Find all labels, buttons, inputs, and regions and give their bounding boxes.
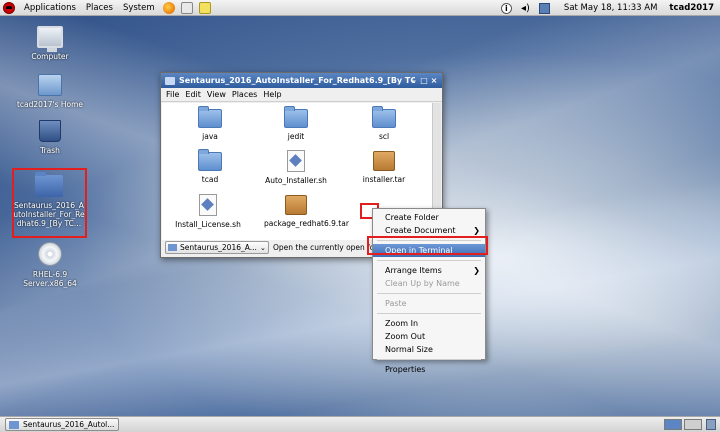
computer-icon — [37, 26, 63, 52]
folder-icon — [168, 244, 177, 251]
workspace-2[interactable] — [684, 419, 702, 430]
desktop-icon-label: RHEL-6.9 Server.x86_64 — [23, 270, 77, 288]
desktop-icon-label: Computer — [31, 52, 69, 61]
file-item-tcad[interactable]: tcad — [170, 149, 250, 184]
file-label: Auto_Installer.sh — [265, 176, 327, 185]
menu-file[interactable]: File — [163, 90, 182, 99]
firefox-icon[interactable] — [162, 1, 175, 14]
submenu-arrow-icon: ❯ — [473, 266, 480, 275]
chevron-down-icon: ⌄ — [260, 243, 266, 252]
minimize-button[interactable]: – — [409, 73, 419, 88]
menu-item-label: Zoom Out — [385, 332, 426, 341]
file-item-java[interactable]: java — [170, 106, 250, 141]
desktop-icon-home[interactable]: tcad2017's Home — [12, 74, 88, 109]
window-titlebar[interactable]: Sentaurus_2016_AutoInstaller_For_Redhat6… — [161, 73, 442, 88]
archive-file-icon — [285, 195, 307, 215]
maximize-button[interactable]: □ — [419, 73, 429, 88]
folder-icon — [9, 420, 19, 429]
workspace-1[interactable] — [664, 419, 682, 430]
location-dropdown[interactable]: Sentaurus_2016_A... ⌄ — [165, 241, 269, 254]
file-label: installer.tar — [362, 175, 406, 184]
menu-item-label: Normal Size — [385, 345, 433, 354]
disc-icon — [38, 242, 62, 266]
script-file-icon — [199, 194, 217, 216]
menu-item-label: Create Folder — [385, 213, 439, 222]
menu-item-properties[interactable]: Properties — [373, 363, 485, 376]
highlight-box-desktop-folder — [12, 168, 87, 238]
desktop-icon-trash[interactable]: Trash — [12, 120, 88, 155]
folder-icon — [198, 106, 222, 128]
user-name[interactable]: tcad2017 — [669, 3, 714, 13]
redhat-logo-icon[interactable] — [3, 1, 15, 14]
text-editor-icon[interactable] — [198, 1, 211, 14]
menu-item-zoom-in[interactable]: Zoom In — [373, 317, 485, 330]
menu-separator — [377, 260, 481, 261]
menu-item-label: Clean Up by Name — [385, 279, 460, 288]
bottom-panel: Sentaurus_2016_Autol... — [0, 416, 720, 432]
home-folder-icon — [38, 74, 62, 96]
menu-applications[interactable]: Applications — [19, 0, 81, 16]
menu-edit[interactable]: Edit — [182, 90, 204, 99]
network-icon[interactable] — [538, 2, 550, 14]
folder-icon — [284, 106, 308, 128]
taskbar-window-label: Sentaurus_2016_Autol... — [23, 420, 115, 429]
menu-item-label: Paste — [385, 299, 407, 308]
window-menubar: File Edit View Places Help — [161, 88, 442, 102]
desktop-icon-rhel-disc[interactable]: RHEL-6.9 Server.x86_64 — [12, 242, 88, 288]
menu-item-label: Zoom In — [385, 319, 419, 328]
menu-item-paste: Paste — [373, 297, 485, 310]
highlight-box-open-in-terminal — [367, 236, 488, 255]
clock[interactable]: Sat May 18, 11:33 AM — [564, 3, 657, 13]
menu-system[interactable]: System — [118, 0, 160, 16]
menu-item-arrange-items[interactable]: Arrange Items ❯ — [373, 264, 485, 277]
menu-item-label: Create Document — [385, 226, 456, 235]
desktop-icon-computer[interactable]: Computer — [12, 26, 88, 61]
menu-item-create-folder[interactable]: Create Folder — [373, 211, 485, 224]
taskbar-window-button[interactable]: Sentaurus_2016_Autol... — [5, 418, 119, 431]
top-panel: Applications Places System i ◂) Sat May … — [0, 0, 720, 16]
menu-item-label: Arrange Items — [385, 266, 442, 275]
system-tray: i ◂) Sat May 18, 11:33 AM tcad2017 — [497, 0, 720, 16]
folder-icon — [372, 106, 396, 128]
script-file-icon — [287, 150, 305, 172]
file-item-install-license[interactable]: Install_License.sh — [168, 194, 248, 229]
file-label: Install_License.sh — [175, 220, 241, 229]
menu-places[interactable]: Places — [229, 90, 260, 99]
file-item-package-tar[interactable]: package_redhat6.9.tar — [256, 195, 349, 228]
desktop-icon-label: Trash — [40, 146, 60, 155]
location-label: Sentaurus_2016_A... — [180, 243, 257, 252]
archive-file-icon — [373, 151, 395, 171]
file-label: jedit — [287, 132, 305, 141]
file-item-auto-installer[interactable]: Auto_Installer.sh — [256, 150, 336, 185]
menu-item-zoom-out[interactable]: Zoom Out — [373, 330, 485, 343]
menu-separator — [377, 293, 481, 294]
file-item-installer-tar[interactable]: installer.tar — [344, 151, 424, 184]
menu-help[interactable]: Help — [260, 90, 284, 99]
menu-item-normal-size[interactable]: Normal Size — [373, 343, 485, 356]
menu-item-clean-up-by-name: Clean Up by Name — [373, 277, 485, 290]
folder-icon — [165, 76, 175, 85]
folder-icon — [198, 149, 222, 171]
menu-places[interactable]: Places — [81, 0, 118, 16]
menu-view[interactable]: View — [204, 90, 229, 99]
file-label: tcad — [201, 175, 219, 184]
menu-separator — [377, 313, 481, 314]
menu-separator — [377, 359, 481, 360]
file-label: package_redhat6.9.tar — [264, 219, 349, 228]
close-button[interactable]: × — [429, 73, 439, 88]
trash-icon[interactable] — [706, 419, 716, 430]
file-label: scl — [378, 132, 390, 141]
menu-item-label: Properties — [385, 365, 426, 374]
file-item-jedit[interactable]: jedit — [256, 106, 336, 141]
info-icon[interactable]: i — [500, 2, 512, 14]
file-label: java — [202, 132, 218, 141]
trash-icon — [39, 120, 61, 142]
desktop-icon-label: tcad2017's Home — [16, 100, 83, 109]
context-menu: Create Folder Create Document ❯ Open in T… — [372, 208, 486, 374]
window-title: Sentaurus_2016_AutoInstaller_For_Redhat6… — [179, 76, 415, 85]
speaker-icon[interactable]: ◂) — [520, 3, 531, 14]
top-menu: Applications Places System — [0, 0, 214, 16]
mail-icon[interactable] — [180, 1, 193, 14]
file-item-scl[interactable]: scl — [344, 106, 424, 141]
